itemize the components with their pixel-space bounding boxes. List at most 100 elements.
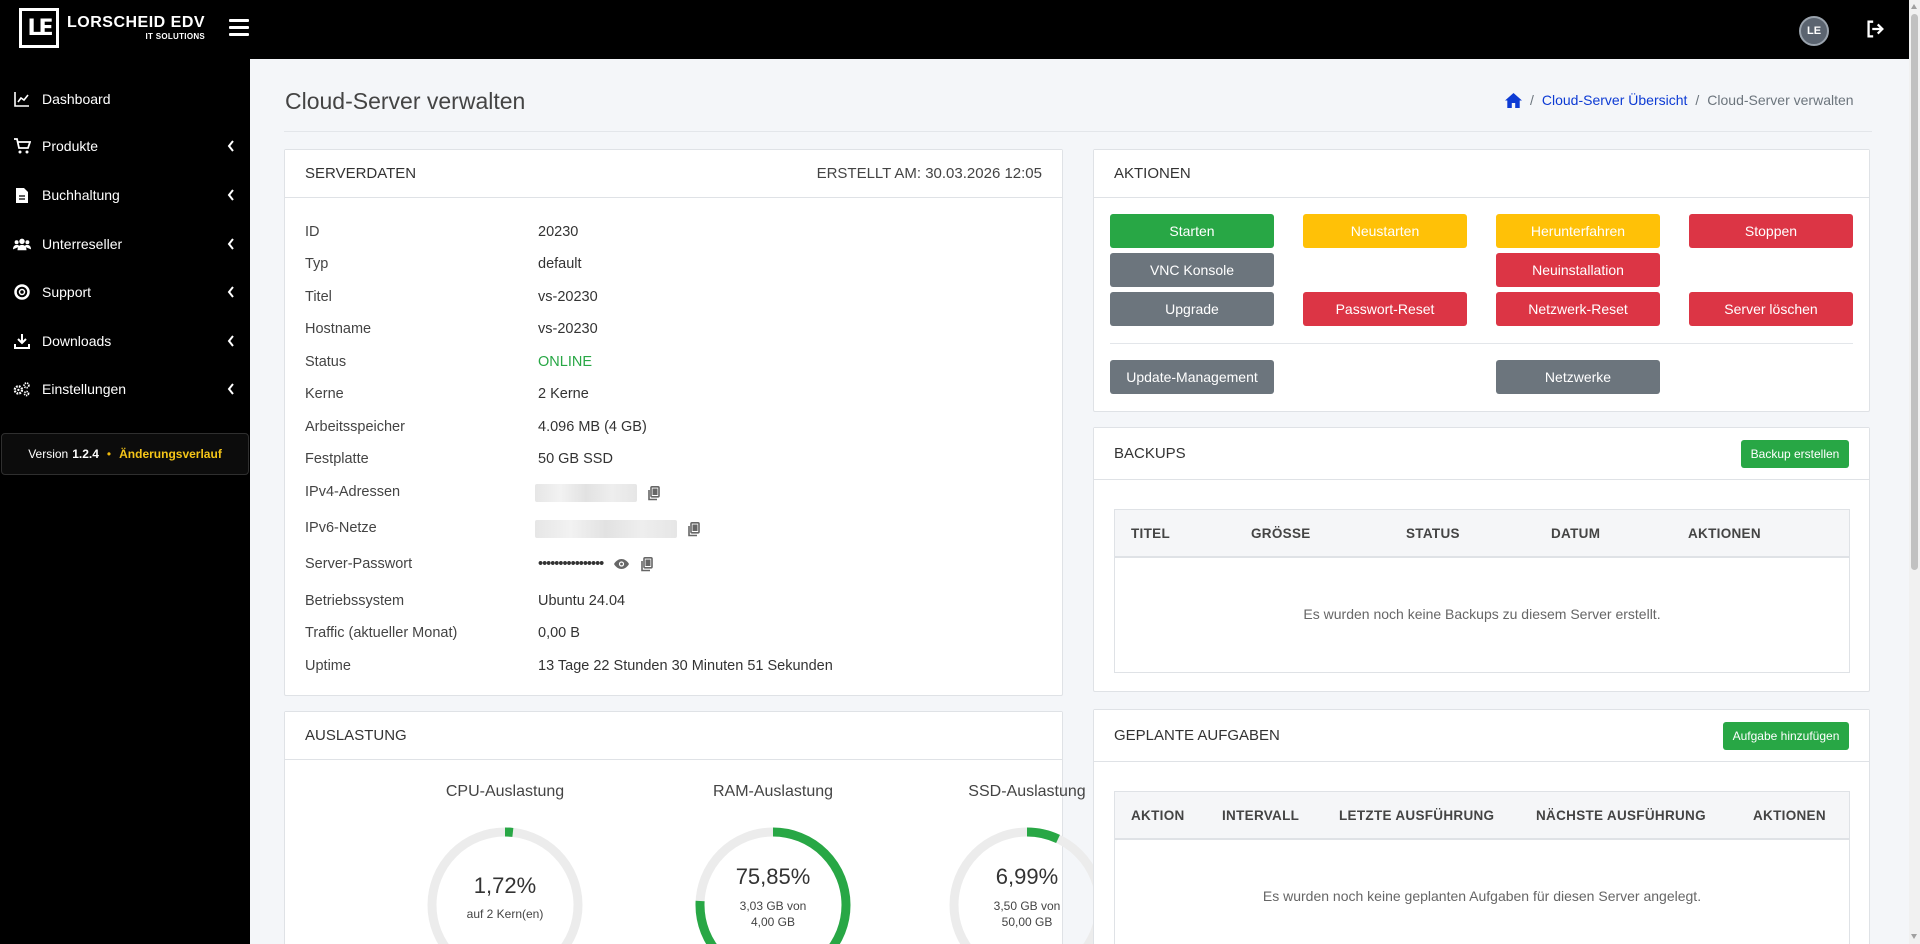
serverdata-label: ID [305, 224, 320, 240]
col-header[interactable]: INTERVALL [1222, 808, 1299, 823]
header-divider [284, 131, 1872, 132]
stop-button[interactable]: Stoppen [1689, 214, 1853, 248]
vnc-console-button[interactable]: VNC Konsole [1110, 253, 1274, 287]
copy-password-icon[interactable] [640, 556, 654, 572]
breadcrumb-current: Cloud-Server verwalten [1707, 92, 1854, 108]
show-password-icon[interactable] [613, 558, 630, 570]
col-header[interactable]: NÄCHSTE AUSFÜHRUNG [1536, 808, 1706, 823]
ipv4-address-redacted [535, 484, 637, 502]
brand-tagline: IT SOLUTIONS [145, 32, 206, 41]
tasks-header: GEPLANTE AUFGABEN Aufgabe hinzufügen [1094, 710, 1869, 762]
update-management-button[interactable]: Update-Management [1110, 360, 1274, 394]
serverdata-value: 0,00 B [538, 625, 580, 641]
usage-title: AUSLASTUNG [305, 727, 407, 744]
scroll-up-icon[interactable] [1911, 4, 1917, 9]
serverdata-card: SERVERDATEN ERSTELLT AM: 30.03.2026 12:0… [284, 149, 1063, 696]
serverdata-value [535, 484, 660, 502]
networks-button[interactable]: Netzwerke [1496, 360, 1660, 394]
user-avatar[interactable]: LE [1799, 16, 1829, 46]
serverdata-label: Typ [305, 256, 329, 272]
add-task-button[interactable]: Aufgabe hinzufügen [1723, 721, 1849, 750]
logout-icon[interactable] [1864, 18, 1886, 40]
cogs-icon [13, 380, 31, 398]
actions-title: AKTIONEN [1114, 165, 1191, 182]
serverdata-label: Festplatte [305, 451, 369, 467]
scrollbar-thumb[interactable] [1911, 14, 1918, 570]
changelog-link[interactable]: Änderungsverlauf [119, 447, 222, 461]
col-header[interactable]: TITEL [1131, 526, 1170, 541]
cart-icon [13, 137, 31, 155]
sidebar-item-dashboard[interactable]: Dashboard [0, 79, 250, 119]
serverdata-title: SERVERDATEN [305, 165, 417, 182]
download-icon [13, 332, 31, 350]
home-icon[interactable] [1505, 92, 1522, 108]
sidebar-item-label: Buchhaltung [42, 187, 120, 203]
chevron-left-icon [227, 335, 234, 347]
backups-title: BACKUPS [1114, 445, 1186, 462]
backups-table-header: TITEL GRÖSSE STATUS DATUM AKTIONEN [1115, 510, 1849, 558]
backups-card: BACKUPS Backup erstellen TITEL GRÖSSE ST… [1093, 427, 1870, 692]
col-header[interactable]: AKTION [1131, 808, 1185, 823]
serverdata-value: 50 GB SSD [538, 451, 613, 467]
col-header[interactable]: AKTIONEN [1688, 526, 1761, 541]
version-box: Version 1.2.4 • Änderungsverlauf [1, 433, 249, 475]
serverdata-value: Ubuntu 24.04 [538, 593, 626, 609]
chart-line-icon [13, 90, 31, 108]
scroll-down-icon[interactable] [1911, 934, 1917, 939]
actions-card: AKTIONEN Starten Neustarten Herunterfahr… [1093, 149, 1870, 412]
chevron-left-icon [227, 140, 234, 152]
delete-server-button[interactable]: Server löschen [1689, 292, 1853, 326]
serverdata-label: Traffic (aktueller Monat) [305, 625, 458, 641]
sidebar-item-label: Unterreseller [42, 236, 123, 252]
password-reset-button[interactable]: Passwort-Reset [1303, 292, 1467, 326]
brand-logo[interactable]: LE LORSCHEID EDV IT SOLUTIONS [19, 8, 205, 48]
col-header[interactable]: DATUM [1551, 526, 1600, 541]
brand-name: LORSCHEID EDV [67, 14, 206, 31]
tasks-table: AKTION INTERVALL LETZTE AUSFÜHRUNG NÄCHS… [1114, 791, 1850, 944]
usage-header: AUSLASTUNG [285, 712, 1062, 760]
serverdata-value: default [538, 256, 582, 272]
sidebar-item-label: Dashboard [42, 91, 111, 107]
network-reset-button[interactable]: Netzwerk-Reset [1496, 292, 1660, 326]
sidebar-item-support[interactable]: Support [0, 272, 250, 312]
sidebar-item-buchhaltung[interactable]: Buchhaltung [0, 175, 250, 215]
created-date: ERSTELLT AM: 30.03.2026 12:05 [816, 165, 1042, 182]
upgrade-button[interactable]: Upgrade [1110, 292, 1274, 326]
usage-card: AUSLASTUNG CPU-Auslastung 1,72% auf 2 Ke… [284, 711, 1105, 944]
restart-button[interactable]: Neustarten [1303, 214, 1467, 248]
tasks-title: GEPLANTE AUFGABEN [1114, 727, 1280, 744]
serverdata-value: 20230 [538, 224, 579, 240]
sidebar-item-einstellungen[interactable]: Einstellungen [0, 369, 250, 409]
copy-ipv6-icon[interactable] [687, 521, 700, 537]
backups-table: TITEL GRÖSSE STATUS DATUM AKTIONEN Es wu… [1114, 509, 1850, 673]
top-navbar: LE LORSCHEID EDV IT SOLUTIONS LE [0, 0, 1909, 59]
serverdata-value: vs-20230 [538, 289, 598, 305]
version-number: 1.2.4 [72, 447, 99, 461]
col-header[interactable]: AKTIONEN [1753, 808, 1826, 823]
page-scrollbar[interactable] [1909, 0, 1920, 944]
logo-mark: LE [19, 8, 59, 48]
sidebar-item-produkte[interactable]: Produkte [0, 126, 250, 166]
shutdown-button[interactable]: Herunterfahren [1496, 214, 1660, 248]
sidebar-item-downloads[interactable]: Downloads [0, 321, 250, 361]
serverdata-value: ONLINE [538, 354, 592, 370]
copy-ipv4-icon[interactable] [647, 485, 660, 501]
sidebar-item-unterreseller[interactable]: Unterreseller [0, 224, 250, 264]
tasks-table-header: AKTION INTERVALL LETZTE AUSFÜHRUNG NÄCHS… [1115, 792, 1849, 840]
serverdata-value: vs-20230 [538, 321, 598, 337]
backups-empty-message: Es wurden noch keine Backups zu diesem S… [1303, 606, 1661, 622]
version-separator: • [106, 447, 112, 461]
breadcrumb-link-overview[interactable]: Cloud-Server Übersicht [1542, 92, 1688, 108]
col-header[interactable]: LETZTE AUSFÜHRUNG [1339, 808, 1494, 823]
serverdata-label: Server-Passwort [305, 556, 413, 572]
create-backup-button[interactable]: Backup erstellen [1741, 439, 1849, 468]
start-button[interactable]: Starten [1110, 214, 1274, 248]
cpu-percent: 1,72% [473, 873, 537, 898]
backups-header: BACKUPS Backup erstellen [1094, 428, 1869, 480]
col-header[interactable]: GRÖSSE [1251, 526, 1311, 541]
reinstall-button[interactable]: Neuinstallation [1496, 253, 1660, 287]
breadcrumb-separator: / [1695, 92, 1700, 108]
breadcrumb-separator: / [1530, 92, 1534, 108]
menu-toggle-icon[interactable] [229, 19, 249, 37]
col-header[interactable]: STATUS [1406, 526, 1460, 541]
